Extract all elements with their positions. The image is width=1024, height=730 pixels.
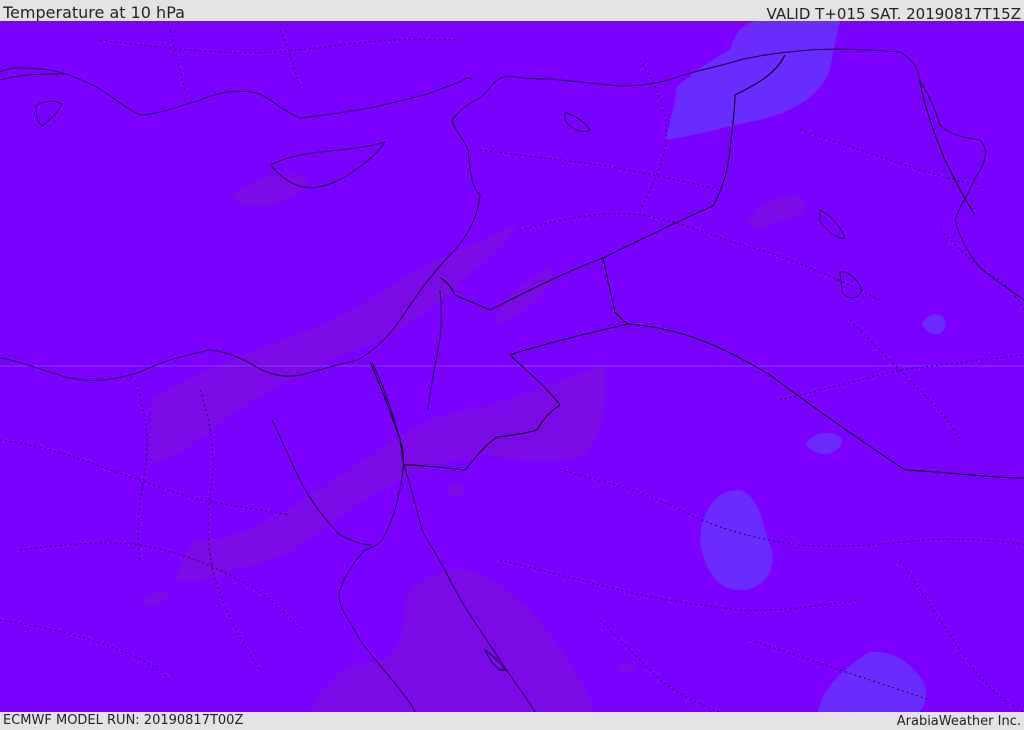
map-header: Temperature at 10 hPa VALID T+015 SAT. 2… bbox=[0, 0, 1024, 23]
map-title: Temperature at 10 hPa bbox=[3, 3, 185, 22]
weather-map[interactable] bbox=[0, 21, 1024, 712]
map-footer: ECMWF MODEL RUN: 20190817T00Z ArabiaWeat… bbox=[0, 712, 1024, 729]
model-run-label: ECMWF MODEL RUN: 20190817T00Z bbox=[3, 713, 244, 728]
credit-label: ArabiaWeather Inc. bbox=[896, 714, 1021, 729]
map-canvas bbox=[0, 21, 1024, 712]
